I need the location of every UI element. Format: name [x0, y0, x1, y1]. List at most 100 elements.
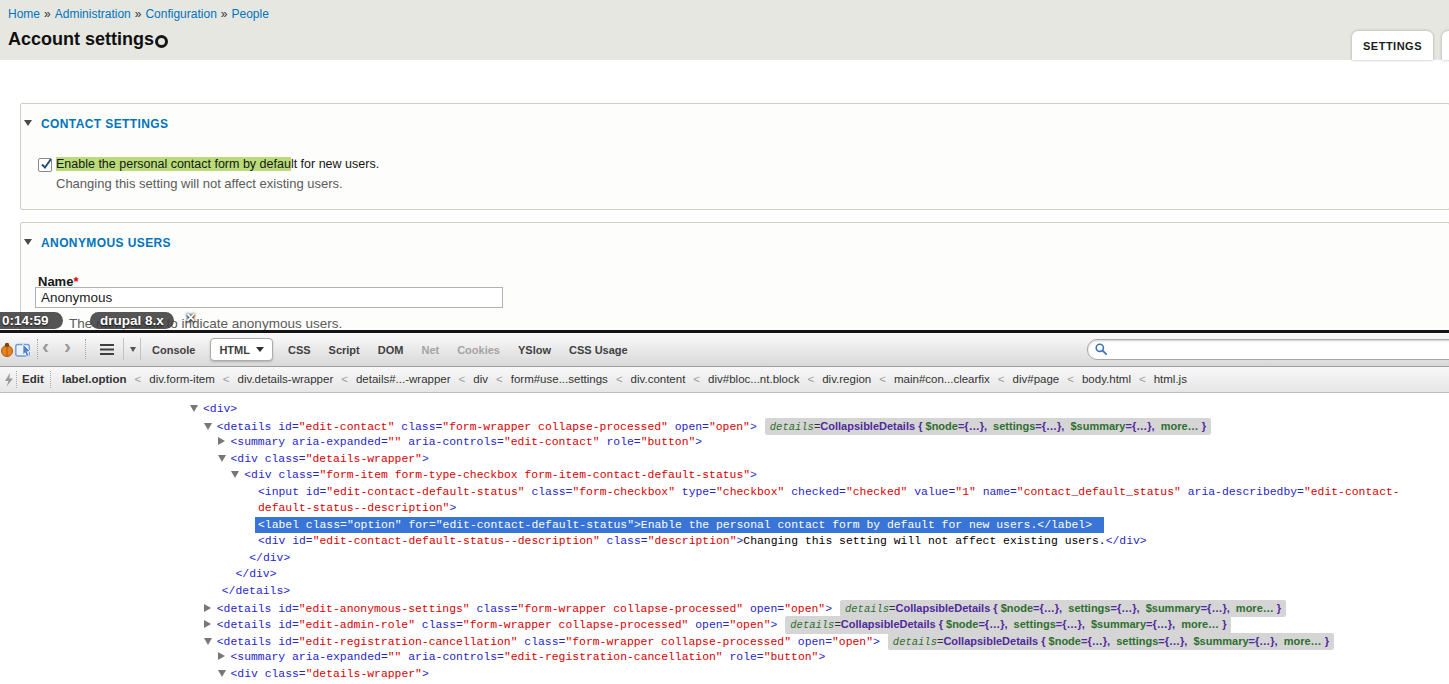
path-item-html-js[interactable]: html.js — [1154, 373, 1187, 385]
firebug-tab-css[interactable]: CSS — [279, 344, 320, 356]
tree-row[interactable]: <details id="edit-contact" class="form-w… — [0, 418, 1449, 435]
dom-object-annotation[interactable]: details=CollapsibleDetails { $node={…}, … — [888, 633, 1334, 651]
back-icon[interactable]: ‹ — [42, 334, 49, 358]
text-token: Changing this setting will not affect ex… — [743, 535, 1105, 547]
path-separator: < — [135, 373, 142, 385]
tree-row[interactable]: <summary aria-expanded="" aria-controls=… — [0, 649, 1449, 666]
tree-row[interactable]: </div> — [0, 566, 1449, 583]
tree-row[interactable]: <label class="option" for="edit-contact-… — [0, 517, 1449, 534]
tab-settings[interactable]: SETTINGS — [1352, 31, 1433, 60]
help-icon[interactable] — [155, 35, 168, 48]
firebug-tab-dom[interactable]: DOM — [369, 344, 413, 356]
firebug-icon[interactable] — [0, 342, 14, 357]
path-item-label-option[interactable]: label.option — [62, 373, 127, 385]
annotation-token: settings — [993, 420, 1035, 432]
dropdown-icon[interactable] — [130, 347, 136, 352]
path-item-div-details-wrapper[interactable]: div.details-wrapper — [238, 373, 334, 385]
tag-token: </details> — [222, 585, 290, 597]
tag-token: type= — [675, 486, 716, 498]
path-item-div-page[interactable]: div#page — [1013, 373, 1060, 385]
node-line: <details id="edit-contact" class="form-w… — [217, 421, 757, 433]
path-item-div[interactable]: div — [473, 373, 488, 385]
twisty-collapsed-icon[interactable] — [218, 649, 231, 666]
firebug-tab-script[interactable]: Script — [320, 344, 369, 356]
selected-node-line: <label class="option" for="edit-contact-… — [255, 517, 1104, 534]
path-item-div-region[interactable]: div.region — [822, 373, 871, 385]
path-item-body-html[interactable]: body.html — [1082, 373, 1131, 385]
tab-label: CSS — [288, 344, 311, 356]
tree-row[interactable]: </div> — [0, 550, 1449, 567]
dom-object-annotation[interactable]: details=CollapsibleDetails { $node={…}, … — [765, 418, 1211, 436]
search-input[interactable] — [1087, 339, 1449, 360]
tree-row[interactable]: <details id="edit-registration-cancellat… — [0, 633, 1449, 650]
tree-row[interactable]: <details id="edit-admin-role" class="for… — [0, 616, 1449, 633]
twisty-collapsed-icon[interactable] — [204, 617, 217, 634]
firebug-tab-console[interactable]: Console — [143, 344, 204, 356]
tree-row[interactable]: <summary aria-expanded="" aria-controls=… — [0, 434, 1449, 451]
twisty-expanded-icon[interactable] — [218, 451, 231, 468]
contact-checkbox-label[interactable]: Enable the personal contact form by defa… — [56, 157, 379, 171]
node-line: <div class="details-wrapper"> — [231, 668, 429, 680]
path-item-div-bloc-nt-block[interactable]: div#bloc...nt.block — [708, 373, 799, 385]
tree-row[interactable]: <input id="edit-contact-default-status" … — [0, 484, 1449, 501]
path-item-div-form-item[interactable]: div.form-item — [149, 373, 215, 385]
twisty-expanded-icon[interactable] — [218, 666, 231, 683]
firebug-tab-css-usage[interactable]: CSS Usage — [560, 344, 637, 356]
contact-settings-summary[interactable]: CONTACT SETTINGS — [24, 117, 169, 131]
anonymous-users-fieldset: ANONYMOUS USERS Name* The name used to i… — [20, 222, 1449, 332]
tree-row[interactable]: <div> — [0, 401, 1449, 418]
annotation-token: ={…}, — [1146, 618, 1175, 630]
tree-row[interactable]: <div class="details-wrapper"> — [0, 451, 1449, 468]
edit-button[interactable]: Edit — [22, 373, 44, 385]
page-title: Account settings — [8, 29, 154, 50]
tree-row[interactable]: <div class="details-wrapper"> — [0, 666, 1449, 683]
twisty-collapsed-icon[interactable] — [204, 601, 217, 618]
tag-token: > — [770, 619, 777, 631]
path-item-div-content[interactable]: div.content — [631, 373, 686, 385]
firebug-tab-net[interactable]: Net — [412, 344, 448, 356]
lightning-icon[interactable] — [4, 373, 14, 387]
node-line: <input id="edit-contact-default-status" … — [258, 486, 1400, 498]
breadcrumb-link-administration[interactable]: Administration — [55, 7, 131, 21]
tag-token: > — [422, 453, 429, 465]
twisty-expanded-icon[interactable] — [204, 634, 217, 651]
firebug-tab-cookies[interactable]: Cookies — [448, 344, 509, 356]
annotation-token: more… — [1181, 618, 1219, 630]
annotation-token: } — [1322, 635, 1329, 647]
anonymous-users-summary[interactable]: ANONYMOUS USERS — [24, 236, 171, 250]
twisty-expanded-icon[interactable] — [190, 401, 203, 418]
list-icon[interactable] — [100, 344, 114, 346]
annotation-token: details — [790, 619, 834, 631]
annotation-token: $summary — [1194, 635, 1249, 647]
path-item-main-con-clearfix[interactable]: main#con...clearfix — [894, 373, 990, 385]
attr-value-token: "open" — [709, 421, 750, 433]
twisty-expanded-icon[interactable] — [204, 419, 217, 436]
breadcrumb-link-people[interactable]: People — [232, 7, 269, 21]
inspect-icon[interactable] — [15, 341, 35, 358]
name-input[interactable] — [35, 287, 503, 308]
path-item-details-wrapper[interactable]: details#...-wrapper — [356, 373, 451, 385]
contact-default-checkbox[interactable] — [38, 158, 52, 172]
breadcrumb-link-home[interactable]: Home — [8, 7, 40, 21]
dom-object-annotation[interactable]: details=CollapsibleDetails { $node={…}, … — [840, 600, 1286, 618]
twisty-expanded-icon[interactable] — [231, 467, 244, 484]
firebug-tab-html[interactable]: HTML — [210, 338, 273, 361]
annotation-token: { — [915, 420, 925, 432]
annotation-token: ={…}, — [1201, 602, 1230, 614]
tree-row[interactable]: <div class="form-item form-type-checkbox… — [0, 467, 1449, 484]
path-item-form-use-settings[interactable]: form#use...settings — [511, 373, 608, 385]
tab-label: Script — [329, 344, 360, 356]
forward-icon[interactable]: › — [64, 334, 71, 358]
firebug-tab-yslow[interactable]: YSlow — [509, 344, 560, 356]
twisty-collapsed-icon[interactable] — [218, 434, 231, 451]
dom-object-annotation[interactable]: details=CollapsibleDetails { $node={…}, … — [785, 616, 1231, 634]
overlay-close-icon[interactable]: × — [186, 309, 195, 327]
tag-token: > — [750, 469, 757, 481]
breadcrumb-link-configuration[interactable]: Configuration — [145, 7, 216, 21]
tree-row[interactable]: <details id="edit-anonymous-settings" cl… — [0, 600, 1449, 617]
tree-row[interactable]: default-status--description"> — [0, 500, 1449, 517]
annotation-token: { — [936, 618, 946, 630]
tree-row[interactable]: </details> — [0, 583, 1449, 600]
tree-row[interactable]: <div id="edit-contact-default-status--de… — [0, 533, 1449, 550]
tag-token: > — [695, 436, 702, 448]
